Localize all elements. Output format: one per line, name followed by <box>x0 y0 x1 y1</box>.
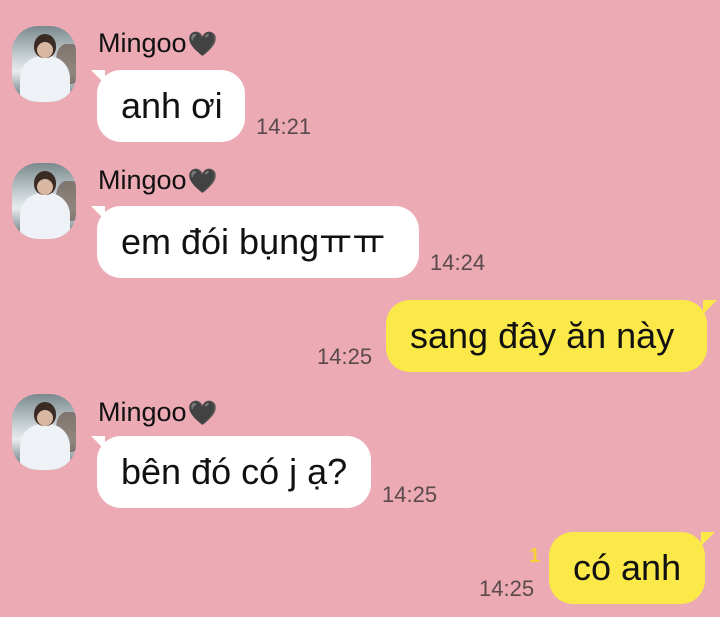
bubble-tail <box>701 532 715 546</box>
black-heart-emoji: 🖤 <box>187 31 218 58</box>
sender-name: Mingoo🖤 <box>98 397 218 427</box>
sender-name: Mingoo🖤 <box>98 28 218 58</box>
message-bubble-incoming[interactable]: em đói bụngㅠㅠ <box>97 206 419 278</box>
bubble-tail <box>703 300 717 314</box>
avatar[interactable] <box>12 26 76 102</box>
black-heart-emoji: 🖤 <box>187 400 218 427</box>
message-bubble-incoming[interactable]: anh ơi <box>97 70 245 142</box>
avatar[interactable] <box>12 394 76 470</box>
unread-count: 1 <box>529 545 541 567</box>
message-bubble-outgoing[interactable]: sang đây ăn này <box>386 300 707 372</box>
message-bubble-outgoing[interactable]: có anh <box>549 532 705 604</box>
message-time: 14:21 <box>256 114 312 139</box>
message-time: 14:25 <box>479 576 535 601</box>
avatar[interactable] <box>12 163 76 239</box>
message-time: 14:25 <box>382 482 438 507</box>
sender-name: Mingoo🖤 <box>98 165 218 195</box>
black-heart-emoji: 🖤 <box>187 168 218 195</box>
message-time: 14:25 <box>317 344 373 369</box>
message-bubble-incoming[interactable]: bên đó có j ạ? <box>97 436 371 508</box>
message-time: 14:24 <box>430 250 486 275</box>
